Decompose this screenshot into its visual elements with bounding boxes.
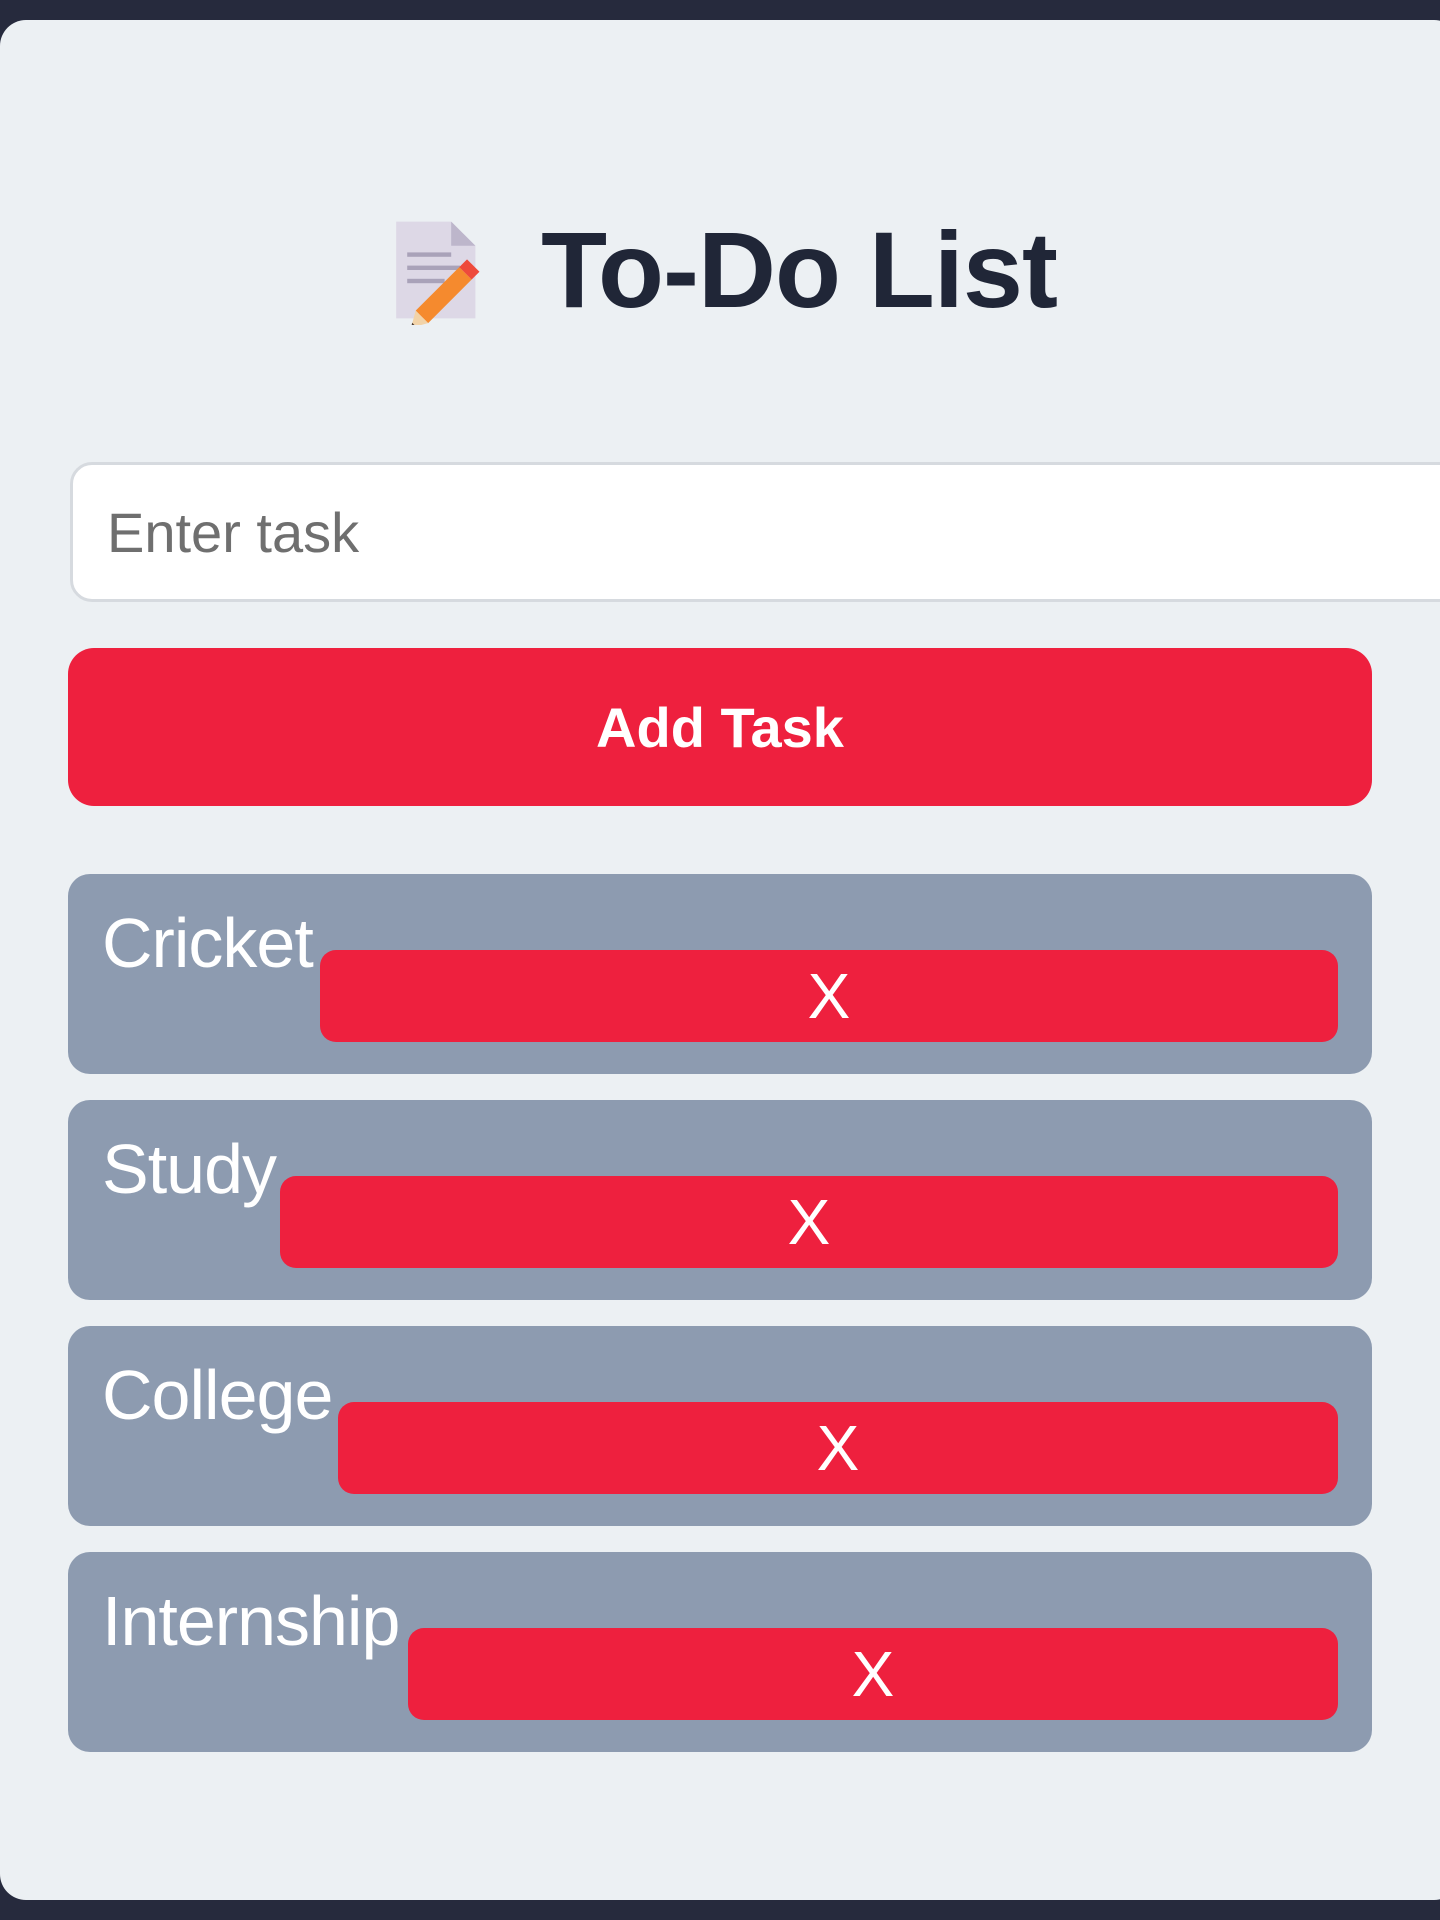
memo-pencil-icon: [396, 221, 480, 325]
delete-task-button[interactable]: X: [280, 1176, 1338, 1268]
page-title: To-Do List: [541, 209, 1058, 330]
task-label: Internship: [102, 1582, 400, 1660]
task-item: Internship X: [68, 1552, 1372, 1752]
add-task-button[interactable]: Add Task: [68, 648, 1372, 806]
task-item: Study X: [68, 1100, 1372, 1300]
task-label: College: [102, 1356, 333, 1434]
task-item: Cricket X: [68, 874, 1372, 1074]
app-header: To-Do List: [0, 200, 1440, 340]
task-input[interactable]: [70, 462, 1440, 602]
task-label: Study: [102, 1130, 277, 1208]
task-item: College X: [68, 1326, 1372, 1526]
delete-task-button[interactable]: X: [338, 1402, 1338, 1494]
task-label: Cricket: [102, 904, 314, 982]
delete-task-button[interactable]: X: [408, 1628, 1338, 1720]
delete-task-button[interactable]: X: [320, 950, 1338, 1042]
